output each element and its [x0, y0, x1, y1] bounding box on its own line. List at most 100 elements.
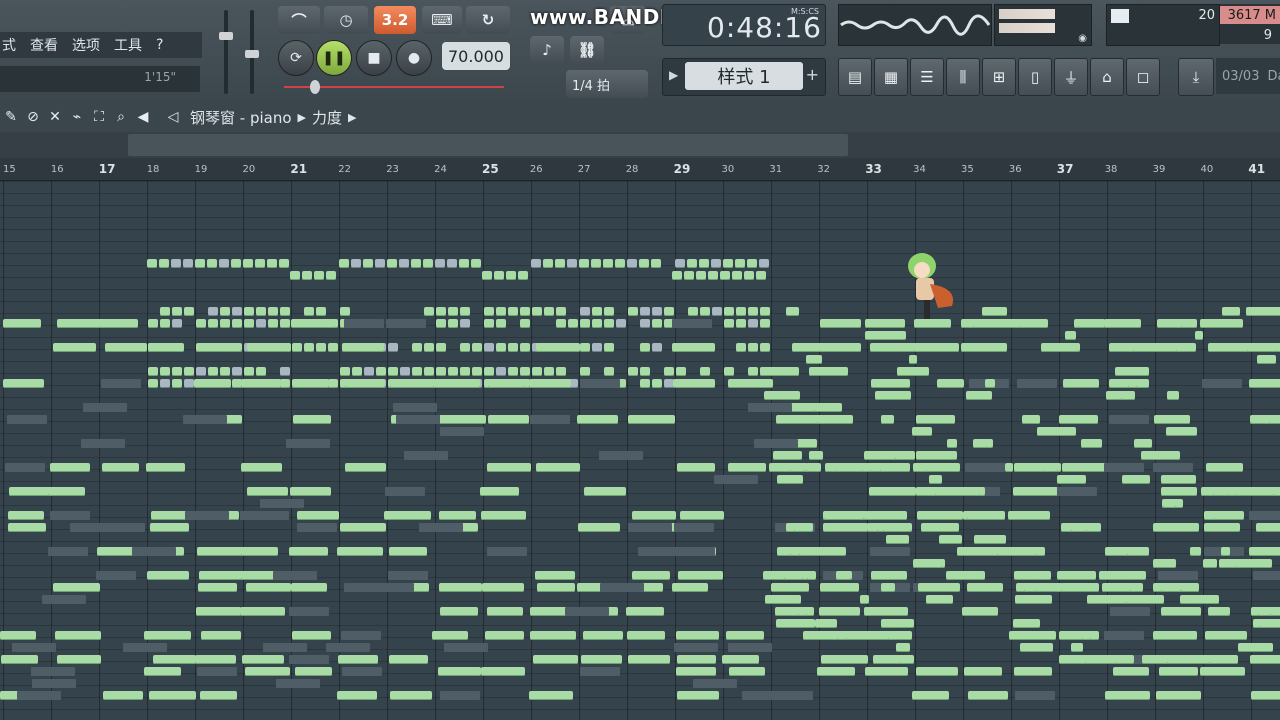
note[interactable]	[967, 511, 1005, 520]
note[interactable]	[484, 307, 494, 316]
note[interactable]	[759, 259, 769, 268]
note[interactable]	[1260, 619, 1280, 628]
note[interactable]	[387, 259, 397, 268]
note[interactable]	[148, 379, 158, 388]
note[interactable]	[748, 367, 758, 376]
note[interactable]	[1256, 523, 1280, 532]
note[interactable]	[628, 415, 675, 424]
note[interactable]	[424, 307, 434, 316]
note[interactable]	[914, 343, 959, 352]
note[interactable]	[1246, 307, 1280, 316]
typing-keyboard-button[interactable]: ⌨	[422, 6, 462, 34]
note[interactable]	[1153, 523, 1199, 532]
note[interactable]	[352, 367, 362, 376]
note[interactable]	[604, 367, 614, 376]
note[interactable]	[871, 379, 910, 388]
note[interactable]	[219, 259, 229, 268]
breadcrumb-velocity[interactable]: 力度	[312, 107, 342, 128]
note[interactable]	[149, 691, 196, 700]
note[interactable]	[806, 463, 821, 472]
note[interactable]	[160, 319, 170, 328]
note[interactable]	[328, 379, 338, 388]
note[interactable]	[1208, 343, 1252, 352]
note[interactable]	[580, 367, 590, 376]
note[interactable]	[400, 367, 410, 376]
note[interactable]	[506, 271, 516, 280]
note[interactable]	[632, 511, 676, 520]
note[interactable]	[652, 343, 662, 352]
note[interactable]	[1078, 319, 1105, 328]
note[interactable]	[508, 343, 518, 352]
note[interactable]	[1061, 583, 1099, 592]
note[interactable]	[916, 415, 955, 424]
note[interactable]	[1009, 631, 1056, 640]
note[interactable]	[488, 415, 529, 424]
note[interactable]	[1044, 463, 1058, 472]
note[interactable]	[1015, 595, 1052, 604]
note[interactable]	[592, 319, 602, 328]
note[interactable]	[724, 367, 734, 376]
note[interactable]	[99, 319, 138, 328]
note[interactable]	[345, 463, 386, 472]
note[interactable]	[869, 487, 916, 496]
note[interactable]	[712, 307, 722, 316]
note[interactable]	[1181, 319, 1197, 328]
note[interactable]	[973, 319, 1020, 328]
note[interactable]	[726, 631, 764, 640]
note[interactable]	[1238, 643, 1273, 652]
note[interactable]	[268, 307, 278, 316]
note[interactable]	[1200, 667, 1245, 676]
note[interactable]	[208, 367, 218, 376]
note[interactable]	[480, 487, 519, 496]
note[interactable]	[247, 343, 291, 352]
note[interactable]	[256, 307, 266, 316]
note[interactable]	[747, 259, 757, 268]
note[interactable]	[580, 343, 590, 352]
note[interactable]	[1059, 415, 1098, 424]
note[interactable]	[472, 343, 482, 352]
note[interactable]	[732, 271, 742, 280]
menu-item-patterns[interactable]: 式	[2, 35, 16, 55]
note[interactable]	[439, 583, 482, 592]
note[interactable]	[881, 583, 895, 592]
note[interactable]	[1221, 547, 1230, 556]
note[interactable]	[871, 571, 907, 580]
note[interactable]	[947, 439, 957, 448]
note[interactable]	[0, 631, 36, 640]
note[interactable]	[195, 655, 236, 664]
timeline-ruler[interactable]: 15 16 17 18 19 20 21 22 23 24 25 26 27 28 29 30 31 32 33 34…	[0, 158, 1280, 181]
note[interactable]	[677, 691, 719, 700]
note[interactable]	[875, 391, 911, 400]
note[interactable]	[926, 463, 960, 472]
note[interactable]	[160, 307, 170, 316]
note[interactable]	[815, 619, 837, 628]
note[interactable]	[786, 307, 799, 316]
note[interactable]	[581, 655, 622, 664]
note[interactable]	[197, 547, 244, 556]
note[interactable]	[267, 259, 277, 268]
note[interactable]	[817, 667, 855, 676]
note[interactable]	[436, 307, 446, 316]
browser-button[interactable]: ⊞	[982, 58, 1016, 96]
note[interactable]	[389, 547, 427, 556]
note[interactable]	[652, 307, 662, 316]
pattern-selector[interactable]: ▶ 样式 1 +	[662, 58, 826, 96]
note[interactable]	[568, 319, 578, 328]
note[interactable]	[172, 319, 182, 328]
stop-button[interactable]: ■	[356, 40, 392, 76]
note[interactable]	[496, 343, 506, 352]
note[interactable]	[537, 583, 575, 592]
note[interactable]	[677, 655, 716, 664]
note[interactable]	[201, 631, 241, 640]
note[interactable]	[172, 379, 182, 388]
note[interactable]	[411, 259, 421, 268]
note[interactable]	[342, 343, 384, 352]
note[interactable]	[388, 367, 398, 376]
note[interactable]	[836, 571, 851, 580]
note[interactable]	[677, 463, 715, 472]
note[interactable]	[518, 271, 528, 280]
note[interactable]	[957, 547, 998, 556]
note[interactable]	[675, 259, 685, 268]
note[interactable]	[1200, 319, 1243, 328]
note[interactable]	[764, 391, 800, 400]
